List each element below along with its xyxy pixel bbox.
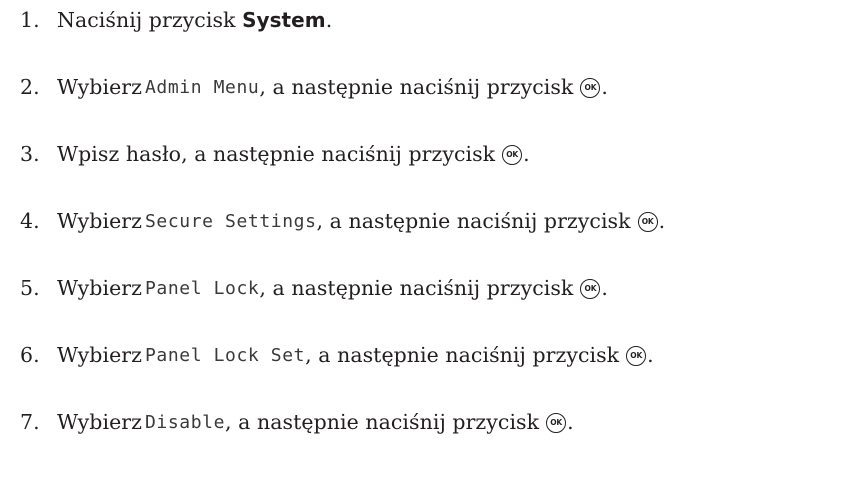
ok-button-icon: OK [626, 346, 647, 366]
step-3: 3. Wpisz hasło, a następnie naciśnij prz… [20, 136, 530, 172]
step-suffix: , a następnie naciśnij przycisk [259, 276, 574, 300]
step-number: 7. [20, 410, 40, 434]
step-2: 2. Wybierz Admin Menu , a następnie naci… [20, 69, 608, 105]
ok-button-icon: OK [546, 413, 567, 433]
step-end: . [523, 142, 530, 166]
step-end: . [567, 410, 574, 434]
step-7: 7. Wybierz Disable , a następnie naciśni… [20, 404, 574, 440]
ok-button-label: OK [584, 284, 597, 294]
ok-button-label: OK [630, 351, 643, 361]
step-end: . [658, 209, 666, 233]
ok-button-label: OK [584, 83, 597, 93]
step-text: Wpisz hasło, a następnie naciśnij przyci… [57, 142, 496, 166]
step-suffix: , a następnie naciśnij przycisk [225, 410, 540, 434]
ok-button-label: OK [641, 217, 654, 227]
step-number: 5. [20, 276, 40, 300]
step-prefix: Wybierz [57, 410, 142, 434]
step-suffix: , a następnie naciśnij przycisk [259, 75, 574, 99]
step-number: 2. [20, 75, 40, 99]
step-suffix: , a następnie naciśnij przycisk [316, 209, 631, 233]
step-number: 4. [20, 209, 40, 233]
step-number: 6. [20, 343, 40, 367]
menu-item-panel-lock: Panel Lock [144, 277, 260, 299]
ok-button-icon: OK [580, 279, 601, 299]
menu-item-panel-lock-set: Panel Lock Set [144, 344, 306, 366]
step-end: . [601, 75, 608, 99]
step-prefix: Wybierz [57, 343, 142, 367]
step-4: 4. Wybierz Secure Settings , a następnie… [20, 203, 665, 239]
system-button-name: System [242, 8, 326, 32]
ok-button-icon: OK [502, 145, 523, 165]
step-prefix: Wybierz [57, 209, 142, 233]
step-end: . [325, 8, 333, 32]
menu-item-secure-settings: Secure Settings [144, 210, 317, 232]
step-1: 1. Naciśnij przycisk System . [20, 2, 332, 38]
step-end: . [647, 343, 654, 367]
step-end: . [601, 276, 608, 300]
step-suffix: , a następnie naciśnij przycisk [305, 343, 620, 367]
step-6: 6. Wybierz Panel Lock Set , a następnie … [20, 337, 654, 373]
ok-button-icon: OK [637, 212, 658, 232]
menu-item-admin-menu: Admin Menu [144, 76, 260, 98]
step-5: 5. Wybierz Panel Lock , a następnie naci… [20, 270, 608, 306]
step-number: 1. [20, 8, 40, 32]
step-prefix: Wybierz [57, 276, 142, 300]
ok-button-icon: OK [580, 78, 601, 98]
step-number: 3. [20, 142, 40, 166]
step-prefix: Wybierz [57, 75, 142, 99]
ok-button-label: OK [550, 418, 562, 428]
ok-button-label: OK [506, 150, 519, 160]
menu-item-disable: Disable [144, 411, 226, 433]
step-text: Naciśnij przycisk [57, 8, 243, 32]
